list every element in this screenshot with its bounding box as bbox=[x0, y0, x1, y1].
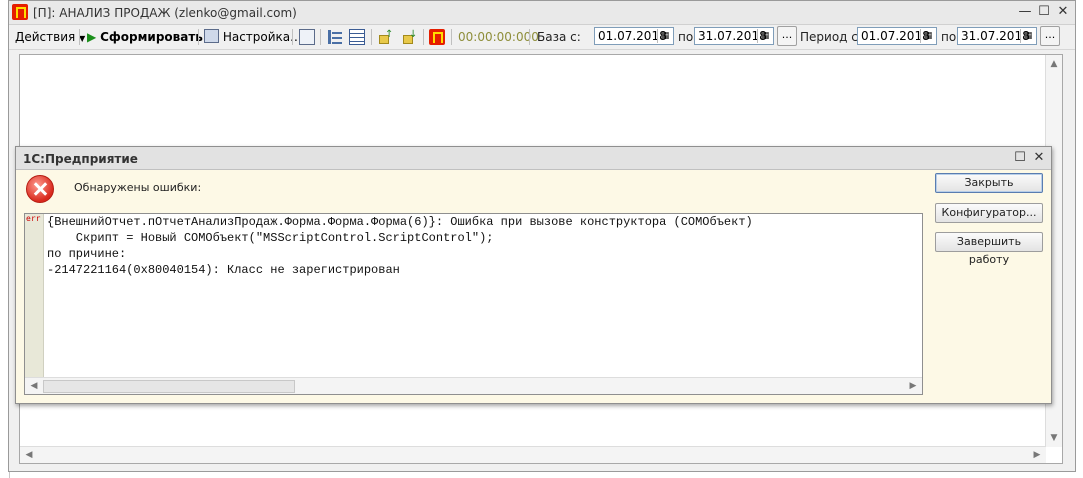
actions-menu-button[interactable]: Действия ▼ bbox=[15, 28, 85, 46]
toolbar-separator bbox=[371, 29, 372, 45]
scroll-left-icon[interactable]: ◀ bbox=[27, 379, 41, 393]
actions-menu-label: Действия bbox=[15, 30, 76, 44]
base-to-date-field[interactable]: 31.07.2018 ▦ bbox=[694, 27, 774, 45]
collapse-icon[interactable]: ↓ bbox=[401, 29, 417, 45]
period-from-label: Период с: bbox=[800, 30, 862, 44]
error-line: Скрипт = Новый COMОбъект("MSScriptContro… bbox=[47, 231, 494, 245]
toolbar-separator bbox=[423, 29, 424, 45]
toolbar-separator bbox=[320, 29, 321, 45]
settings-label: Настройка... bbox=[222, 30, 302, 44]
error-gutter: err bbox=[25, 214, 44, 378]
toolbar-separator bbox=[292, 29, 293, 45]
settings-button[interactable]: Настройка... bbox=[204, 28, 302, 46]
error-text-box[interactable]: err {ВнешнийОтчет.пОтчетАнализПродаж.Фор… bbox=[24, 213, 923, 395]
table-icon[interactable] bbox=[349, 29, 365, 45]
timer-display: 00:00:00:000 bbox=[458, 30, 539, 44]
base-from-label: База с: bbox=[537, 30, 581, 44]
close-button[interactable]: Закрыть bbox=[935, 173, 1043, 193]
window-title: [П]: АНАЛИЗ ПРОДАЖ (zlenko@gmail.com) bbox=[33, 6, 297, 20]
toolbar-separator bbox=[79, 29, 80, 45]
scrollbar-thumb[interactable] bbox=[43, 380, 295, 393]
scroll-right-icon[interactable]: ▶ bbox=[906, 379, 920, 393]
error-line: по причине: bbox=[47, 247, 127, 261]
period-to-date-field[interactable]: 31.07.2018 ▦ bbox=[957, 27, 1037, 45]
period-to-label: по bbox=[941, 30, 957, 44]
toolbar-separator bbox=[198, 29, 199, 45]
error-marker: err bbox=[26, 214, 41, 223]
period-from-date-field[interactable]: 01.07.2018 ▦ bbox=[857, 27, 937, 45]
scroll-down-icon[interactable]: ▼ bbox=[1047, 431, 1061, 445]
scroll-left-icon[interactable]: ◀ bbox=[22, 448, 36, 462]
tree-view-icon[interactable] bbox=[327, 29, 343, 45]
calendar-icon[interactable]: ▦ bbox=[1020, 29, 1035, 43]
error-line: -2147221164(0x80040154): Класс не зареги… bbox=[47, 263, 400, 277]
horizontal-scrollbar[interactable]: ◀ ▶ bbox=[20, 446, 1046, 463]
close-window-button[interactable]: ✕ bbox=[1055, 4, 1071, 20]
dialog-title: 1С:Предприятие bbox=[23, 152, 138, 166]
period-select-button[interactable]: ... bbox=[1040, 26, 1060, 46]
error-horizontal-scrollbar[interactable]: ◀ ▶ bbox=[25, 377, 922, 394]
main-titlebar: [П]: АНАЛИЗ ПРОДАЖ (zlenko@gmail.com) — … bbox=[9, 1, 1075, 25]
scroll-right-icon[interactable]: ▶ bbox=[1030, 448, 1044, 462]
toolbar-separator bbox=[451, 29, 452, 45]
calendar-icon[interactable]: ▦ bbox=[757, 29, 772, 43]
error-dialog: 1С:Предприятие ☐ ✕ Обнаружены ошибки: er… bbox=[15, 146, 1052, 404]
shutdown-button[interactable]: Завершить работу bbox=[935, 232, 1043, 266]
base-period-select-button[interactable]: ... bbox=[777, 26, 797, 46]
dialog-close-button[interactable]: ✕ bbox=[1031, 150, 1047, 166]
generate-label: Сформировать bbox=[100, 30, 203, 44]
error-heading: Обнаружены ошибки: bbox=[74, 181, 202, 194]
calendar-icon[interactable]: ▦ bbox=[657, 29, 672, 43]
dialog-titlebar: 1С:Предприятие ☐ ✕ bbox=[16, 147, 1051, 170]
toolbar: Действия ▼ ▶ Сформировать Настройка... ↑ bbox=[9, 25, 1075, 50]
configurator-button[interactable]: Конфигуратор... bbox=[935, 203, 1043, 223]
generate-button[interactable]: ▶ Сформировать bbox=[87, 28, 203, 46]
dialog-maximize-button[interactable]: ☐ bbox=[1012, 150, 1028, 166]
app-logo-icon bbox=[12, 4, 28, 20]
minimize-button[interactable]: — bbox=[1017, 4, 1033, 20]
scroll-up-icon[interactable]: ▲ bbox=[1047, 57, 1061, 71]
play-icon: ▶ bbox=[87, 30, 97, 44]
maximize-button[interactable]: ☐ bbox=[1036, 4, 1052, 20]
brand-logo-icon[interactable] bbox=[429, 29, 445, 45]
calendar-icon[interactable]: ▦ bbox=[920, 29, 935, 43]
report-icon[interactable] bbox=[299, 29, 315, 45]
base-to-label: по bbox=[678, 30, 694, 44]
toolbar-separator bbox=[529, 29, 530, 45]
expand-icon[interactable]: ↑ bbox=[377, 29, 393, 45]
error-icon bbox=[26, 175, 54, 203]
error-line: {ВнешнийОтчет.пОтчетАнализПродаж.Форма.Ф… bbox=[47, 215, 753, 229]
base-from-date-field[interactable]: 01.07.2018 ▦ bbox=[594, 27, 674, 45]
settings-icon bbox=[204, 29, 219, 43]
